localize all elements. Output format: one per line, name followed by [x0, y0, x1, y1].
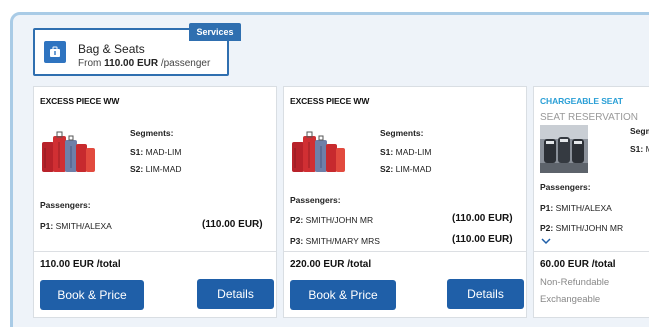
luggage-image [292, 131, 345, 172]
service-title: Bag & Seats [78, 42, 145, 56]
service-price: From 110.00 EUR /passenger [78, 58, 211, 69]
passenger-price: (110.00 EUR) [452, 213, 513, 224]
segment-row: S1: M [630, 144, 649, 154]
book-price-button[interactable]: Book & Price [40, 280, 144, 310]
exchange-condition: Exchangeable [540, 294, 601, 305]
luggage-icon [44, 41, 66, 63]
details-button[interactable]: Details [197, 279, 274, 309]
segment-row: S2: LIM-MAD [130, 164, 182, 174]
passenger-price: (110.00 EUR) [452, 234, 513, 245]
divider [284, 251, 526, 252]
card-subtitle: SEAT RESERVATION [540, 112, 638, 123]
card-title: EXCESS PIECE WW [40, 96, 120, 106]
details-button[interactable]: Details [447, 279, 524, 309]
product-card-excess-1: EXCESS PIECE WW Segments: S1: MAD-LIM S2… [33, 86, 277, 318]
services-tab[interactable]: Services [189, 23, 241, 41]
passenger-row: P1: SMITH/ALEXA [540, 203, 612, 213]
passengers-label: Passengers: [290, 195, 341, 205]
card-total: 60.00 EUR /total [540, 259, 616, 270]
divider [34, 251, 276, 252]
passengers-label: Passengers: [540, 182, 591, 192]
passenger-price: (110.00 EUR) [202, 219, 263, 230]
card-title: EXCESS PIECE WW [290, 96, 370, 106]
luggage-image [42, 131, 95, 172]
chevron-down-icon[interactable] [541, 238, 551, 245]
segments-label: Segments: [380, 128, 424, 138]
refund-condition: Non-Refundable [540, 277, 610, 288]
passenger-row: P2: SMITH/JOHN MR [540, 223, 624, 233]
seat-image [540, 125, 588, 173]
segment-row: S2: LIM-MAD [380, 164, 432, 174]
segments-label: Segments: [130, 128, 174, 138]
divider [534, 251, 649, 252]
product-card-excess-2: EXCESS PIECE WW Segments: S1: MAD-LIM S2… [283, 86, 527, 318]
segment-row: S1: MAD-LIM [380, 147, 432, 157]
passenger-row: P3: SMITH/MARY MRS [290, 236, 380, 246]
segment-row: S1: MAD-LIM [130, 147, 182, 157]
passenger-row: P2: SMITH/JOHN MR [290, 215, 374, 225]
card-total: 110.00 EUR /total [40, 259, 121, 270]
segments-label: Segm [630, 126, 649, 136]
passenger-row: P1: SMITH/ALEXA [40, 221, 112, 231]
passengers-label: Passengers: [40, 200, 91, 210]
card-total: 220.00 EUR /total [290, 259, 372, 270]
book-price-button[interactable]: Book & Price [290, 280, 396, 310]
product-card-seat: CHARGEABLE SEAT SEAT RESERVATION Segm S1… [533, 86, 649, 318]
card-title: CHARGEABLE SEAT [540, 96, 623, 106]
